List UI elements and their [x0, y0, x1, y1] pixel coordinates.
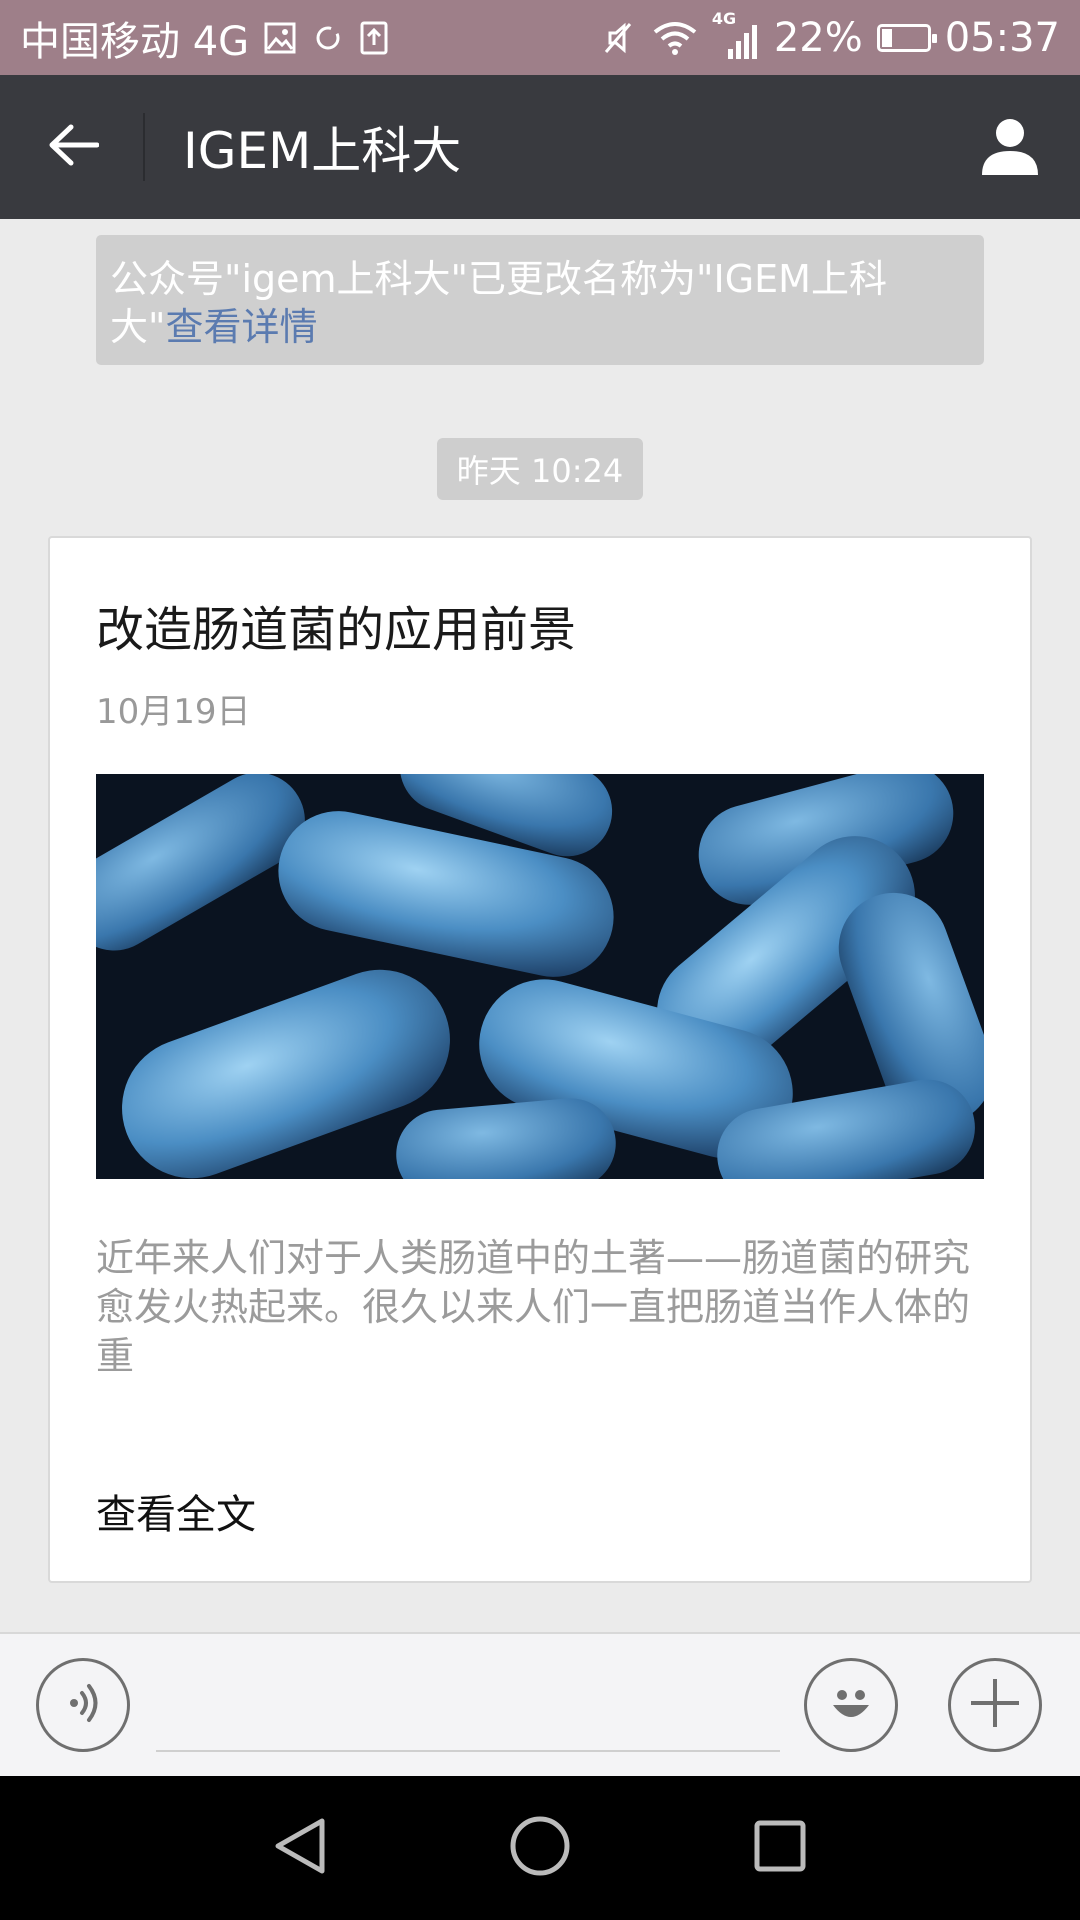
bacteria-image: [96, 774, 984, 1179]
carrier-label: 中国移动 4G: [20, 18, 250, 65]
message-input[interactable]: [156, 1662, 780, 1752]
emoji-button[interactable]: [804, 1658, 898, 1752]
wifi-icon: [652, 18, 698, 58]
nav-home-icon: [508, 1814, 572, 1882]
article-card[interactable]: 改造肠道菌的应用前景 10月19日 近年来人们对于人类肠道中的土著——肠道菌的研…: [48, 536, 1032, 1583]
mute-icon: [598, 18, 638, 58]
voice-button[interactable]: [36, 1658, 130, 1752]
image-icon: [263, 21, 297, 55]
battery-percent: 22%: [773, 14, 863, 61]
person-icon: [978, 113, 1042, 181]
system-nav-bar: [0, 1776, 1080, 1920]
clock: 05:37: [944, 14, 1060, 61]
back-arrow-icon: [47, 123, 99, 171]
status-left: 中国移动 4G: [20, 9, 389, 67]
plus-button[interactable]: [948, 1658, 1042, 1752]
article-date: 10月19日: [96, 692, 251, 732]
status-right: 4G 22% 05:37: [598, 9, 1060, 63]
page-title: IGEM上科大: [183, 122, 462, 180]
upload-icon: [359, 20, 389, 56]
read-full-article-link[interactable]: 查看全文: [96, 1482, 256, 1540]
sync-icon: [311, 21, 345, 55]
battery-icon: [876, 23, 937, 52]
back-button[interactable]: [0, 75, 145, 219]
message-timestamp: 昨天 10:24: [437, 438, 643, 500]
voice-icon: [58, 1678, 108, 1732]
notice-details-link[interactable]: 查看详情: [165, 305, 317, 349]
nav-home-button[interactable]: [495, 1803, 585, 1893]
status-bar: 中国移动 4G 4G 22% 05:37: [0, 0, 1080, 75]
battery-fill: [881, 28, 892, 47]
nav-back-icon: [272, 1816, 328, 1880]
article-digest: 近年来人们对于人类肠道中的土著——肠道菌的研究愈发火热起来。很久以来人们一直把肠…: [96, 1236, 971, 1378]
chat-header: IGEM上科大: [0, 75, 1080, 219]
emoji-icon: [819, 1671, 883, 1739]
nav-recents-button[interactable]: [735, 1803, 825, 1893]
system-notice: 公众号"igem上科大"已更改名称为"IGEM上科大"查看详情: [96, 235, 984, 365]
signal-icon: 4G: [712, 9, 760, 63]
chat-input-bar: [0, 1632, 1080, 1776]
article-title: 改造肠道菌的应用前景: [96, 602, 577, 658]
nav-back-button[interactable]: [255, 1803, 345, 1893]
plus-icon: [965, 1673, 1025, 1737]
nav-recents-icon: [752, 1818, 808, 1878]
profile-button[interactable]: [940, 75, 1080, 219]
